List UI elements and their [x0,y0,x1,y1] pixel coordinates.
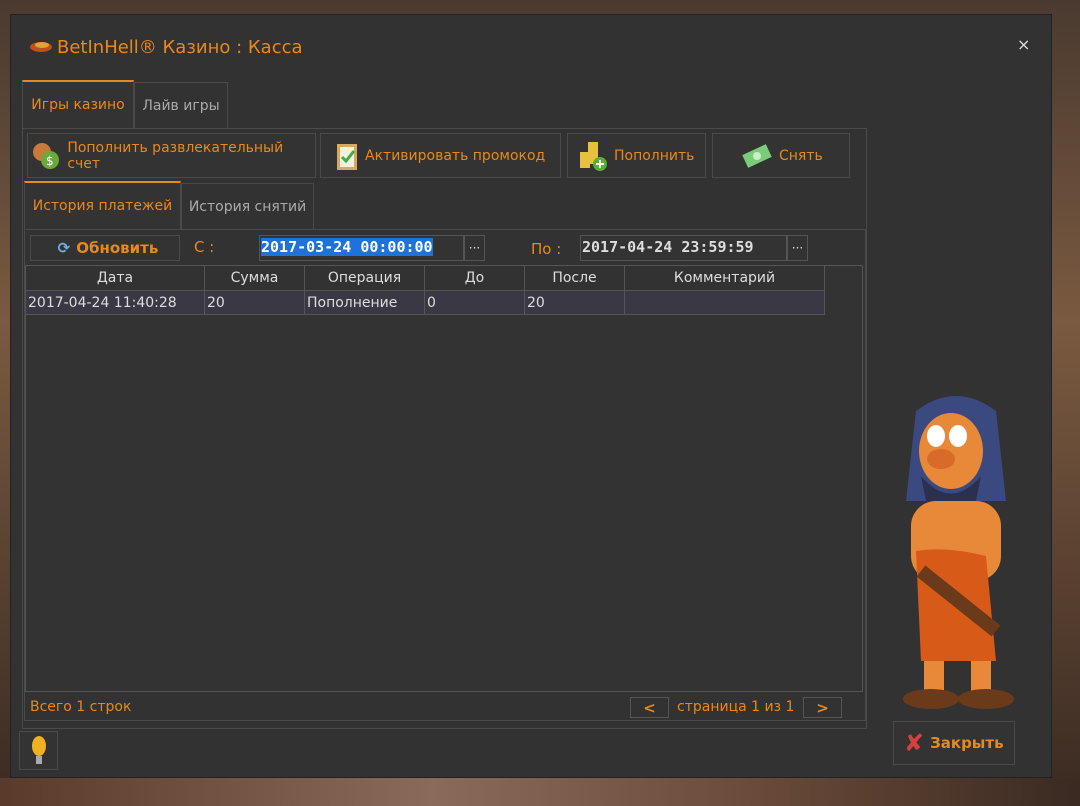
table-cell-comment[interactable] [625,291,825,315]
svg-text:$: $ [46,154,54,168]
page-indicator: страница 1 из 1 [677,699,795,715]
column-header-date[interactable]: Дата [26,266,205,291]
total-rows-label: Всего 1 строк [30,699,132,715]
close-button-label: Закрыть [930,734,1004,752]
payments-table: Дата Сумма Операция До После Комментарий… [25,265,863,692]
tab-live-games[interactable]: Лайв игры [134,82,228,128]
table-cell-date[interactable]: 2017-04-24 11:40:28 [26,291,205,315]
desktop-background [0,778,1080,806]
caveman-mascot-image [903,396,1014,709]
table-cell-amount[interactable]: 20 [205,291,305,315]
from-date-picker-button[interactable]: ··· [464,235,485,261]
refresh-button[interactable]: ⟳ Обновить [30,235,180,261]
refresh-icon: ⟳ [57,239,71,257]
activate-promo-button[interactable]: Активировать промокод [320,133,561,178]
cashier-window: BetInHell® Казино : Касса × Игры казино … [10,14,1052,778]
from-label: С : [194,238,215,256]
tab-payment-history[interactable]: История платежей [24,181,181,229]
lightbulb-icon [31,735,46,764]
column-header-comment[interactable]: Комментарий [625,266,825,291]
to-date-value: 2017-04-24 23:59:59 [582,238,754,256]
deposit-button[interactable]: Пополнить [567,133,706,178]
column-header-after[interactable]: После [525,266,625,291]
table-cell-before[interactable]: 0 [425,291,525,315]
close-button[interactable]: ✘ Закрыть [893,721,1015,765]
tab-withdrawal-history[interactable]: История снятий [181,183,314,229]
deposit-entertainment-button[interactable]: $ Пополнить развлекательный счет [27,133,316,178]
prev-page-button[interactable]: < [630,697,669,718]
window-title: BetInHell® Казино : Касса [57,37,303,58]
withdraw-button[interactable]: Снять [712,133,850,178]
column-header-operation[interactable]: Операция [305,266,425,291]
app-logo-icon [30,42,52,52]
hint-button[interactable] [19,731,58,770]
close-icon[interactable]: × [1017,35,1030,54]
from-date-input[interactable]: 2017-03-24 00:00:00 [259,235,464,261]
deposit-label: Пополнить [614,147,695,164]
table-cell-operation[interactable]: Пополнение [305,291,425,315]
table-cell-after[interactable]: 20 [525,291,625,315]
column-header-before[interactable]: До [425,266,525,291]
clipboard-check-icon [337,143,357,170]
coins-icon: $ [33,142,59,169]
column-header-amount[interactable]: Сумма [205,266,305,291]
deposit-entertainment-label: Пополнить развлекательный счет [67,139,284,172]
to-date-input[interactable]: 2017-04-24 23:59:59 [580,235,787,261]
activate-promo-label: Активировать промокод [365,147,546,164]
tab-casino-games[interactable]: Игры казино [22,80,134,128]
to-label: По : [531,240,562,258]
to-date-picker-button[interactable]: ··· [787,235,808,261]
refresh-label: Обновить [76,239,159,257]
money-icon [742,143,772,168]
coins-add-icon [580,141,607,171]
close-x-icon: ✘ [904,729,925,757]
next-page-button[interactable]: > [803,697,842,718]
withdraw-label: Снять [779,147,823,164]
from-date-value: 2017-03-24 00:00:00 [261,238,433,256]
